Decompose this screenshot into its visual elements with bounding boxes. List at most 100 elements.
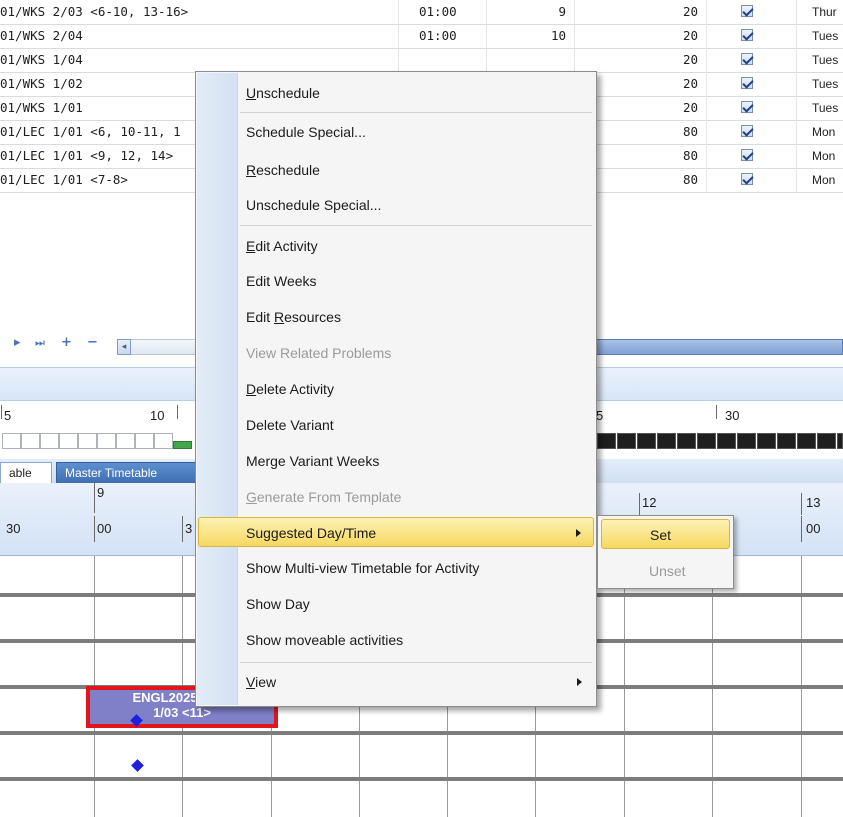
menu-item-label: Reschedule xyxy=(246,162,320,178)
checkbox[interactable] xyxy=(741,173,753,185)
checkbox[interactable] xyxy=(741,29,753,41)
column-divider xyxy=(796,0,797,192)
activity-name-cell: 01/WKS 1/01 xyxy=(0,100,83,115)
size-cell: 20 xyxy=(682,52,698,67)
tab-timetable[interactable]: able xyxy=(0,462,52,483)
day-cell: Mon xyxy=(812,173,836,187)
week-box-scheduled[interactable] xyxy=(757,433,776,449)
week-box-scheduled[interactable] xyxy=(717,433,736,449)
checkbox[interactable] xyxy=(741,5,753,17)
menu-item-view-related-problems[interactable]: View Related Problems xyxy=(198,338,594,368)
next-record-icon[interactable]: ▸ xyxy=(14,334,21,352)
menu-item-show-day[interactable]: Show Day xyxy=(198,589,594,619)
checkbox[interactable] xyxy=(741,101,753,113)
week-box[interactable] xyxy=(21,433,40,449)
column-divider xyxy=(706,0,707,192)
last-record-icon[interactable]: ⏭ xyxy=(35,334,45,352)
week-tick xyxy=(716,405,717,419)
week-box-scheduled[interactable] xyxy=(777,433,796,449)
checkbox[interactable] xyxy=(741,125,753,137)
menu-item-label: Unschedule Special... xyxy=(246,197,382,213)
checkbox[interactable] xyxy=(741,77,753,89)
table-row[interactable]: 01/WKS 1/04 20 Tues xyxy=(0,48,843,73)
add-record-icon[interactable]: + xyxy=(61,334,72,352)
menu-item-merge-variant-weeks[interactable]: Merge Variant Weeks xyxy=(198,446,594,476)
week-box[interactable] xyxy=(2,433,21,449)
menu-item-delete-activity[interactable]: Delete Activity xyxy=(198,374,594,404)
size-cell: 20 xyxy=(682,100,698,115)
menu-separator xyxy=(240,225,592,226)
week-box-scheduled[interactable] xyxy=(677,433,696,449)
menu-item-show-multi-view-timetable[interactable]: Show Multi-view Timetable for Activity xyxy=(198,553,594,583)
week-box-scheduled[interactable] xyxy=(617,433,636,449)
checkbox[interactable] xyxy=(741,53,753,65)
menu-item-reschedule[interactable]: Reschedule xyxy=(198,155,594,185)
menu-item-delete-variant[interactable]: Delete Variant xyxy=(198,410,594,440)
menu-item-edit-resources[interactable]: Edit Resources xyxy=(198,302,594,332)
menu-item-label: Edit Resources xyxy=(246,309,341,325)
week-box-selected[interactable] xyxy=(173,441,192,449)
week-box[interactable] xyxy=(78,433,97,449)
tab-master-timetable[interactable]: Master Timetable xyxy=(56,462,196,483)
menu-item-label: Generate From Template xyxy=(246,489,402,505)
day-cell: Tues xyxy=(812,53,839,67)
menu-item-edit-weeks[interactable]: Edit Weeks xyxy=(198,266,594,296)
menu-item-view[interactable]: View xyxy=(198,667,594,697)
menu-item-suggested-day-time[interactable]: Suggested Day/Time xyxy=(198,517,594,547)
hour-label: 9 xyxy=(97,485,105,500)
submenu-arrow-icon xyxy=(577,678,582,686)
submenu-item-set[interactable]: Set xyxy=(601,519,730,549)
week-tick xyxy=(1,405,2,419)
menu-item-label: Show moveable activities xyxy=(246,632,404,648)
checkbox[interactable] xyxy=(741,149,753,161)
week-box-scheduled[interactable] xyxy=(817,433,836,449)
table-row[interactable]: 01/WKS 2/03 <6-10, 13-16> 01:00 9 20 Thu… xyxy=(0,0,843,25)
week-box[interactable] xyxy=(116,433,135,449)
submenu-arrow-icon xyxy=(576,529,581,537)
week-box-scheduled[interactable] xyxy=(657,433,676,449)
activity-name-cell: 01/WKS 1/04 xyxy=(0,52,83,67)
week-box-scheduled[interactable] xyxy=(737,433,756,449)
hour-label: 12 xyxy=(642,495,657,510)
menu-item-label: View Related Problems xyxy=(246,345,392,361)
menu-item-edit-activity[interactable]: Edit Activity xyxy=(198,231,594,261)
activity-name-cell: 01/LEC 1/01 <9, 12, 14> xyxy=(0,148,174,163)
week-box[interactable] xyxy=(135,433,154,449)
menu-item-schedule-special[interactable]: Schedule Special... xyxy=(198,117,594,147)
duration-cell: 01:00 xyxy=(419,4,457,19)
day-cell: Tues xyxy=(812,77,839,91)
menu-item-label: View xyxy=(246,674,277,690)
week-box[interactable] xyxy=(40,433,59,449)
menu-item-label: Show Multi-view Timetable for Activity xyxy=(246,560,480,576)
menu-item-unschedule[interactable]: Unschedule xyxy=(198,78,594,108)
horizontal-scrollbar-thumb[interactable] xyxy=(596,339,843,355)
activity-name-cell: 01/WKS 2/03 <6-10, 13-16> xyxy=(0,4,189,19)
hour-label: 13 xyxy=(806,495,821,510)
week-box-scheduled[interactable] xyxy=(837,433,843,449)
menu-item-generate-from-template[interactable]: Generate From Template xyxy=(198,482,594,512)
size-cell: 20 xyxy=(682,76,698,91)
week-box-scheduled[interactable] xyxy=(697,433,716,449)
menu-item-unschedule-special[interactable]: Unschedule Special... xyxy=(198,190,594,220)
week-box[interactable] xyxy=(154,433,173,449)
week-box-scheduled[interactable] xyxy=(597,433,616,449)
remove-record-icon[interactable]: − xyxy=(87,334,98,352)
day-cell: Mon xyxy=(812,125,836,139)
menu-item-show-moveable-activities[interactable]: Show moveable activities xyxy=(198,625,594,655)
week-label: 5 xyxy=(596,408,604,423)
menu-separator xyxy=(240,112,592,113)
week-box-scheduled[interactable] xyxy=(797,433,816,449)
menu-item-label: Delete Variant xyxy=(246,417,334,433)
week-box[interactable] xyxy=(97,433,116,449)
table-row[interactable]: 01/WKS 2/04 01:00 10 20 Tues xyxy=(0,24,843,49)
menu-item-label: Show Day xyxy=(246,596,310,612)
minute-label: 3 xyxy=(185,521,193,536)
week-box[interactable] xyxy=(59,433,78,449)
submenu-item-unset[interactable]: Unset xyxy=(601,556,730,586)
menu-item-label: Schedule Special... xyxy=(246,124,366,140)
menu-item-label: Merge Variant Weeks xyxy=(246,453,380,469)
activity-subtitle: 1/03 <11> xyxy=(153,705,211,720)
week-box-scheduled[interactable] xyxy=(637,433,656,449)
week-label: 30 xyxy=(725,408,740,423)
scroll-left-button[interactable]: ◂ xyxy=(117,339,131,355)
